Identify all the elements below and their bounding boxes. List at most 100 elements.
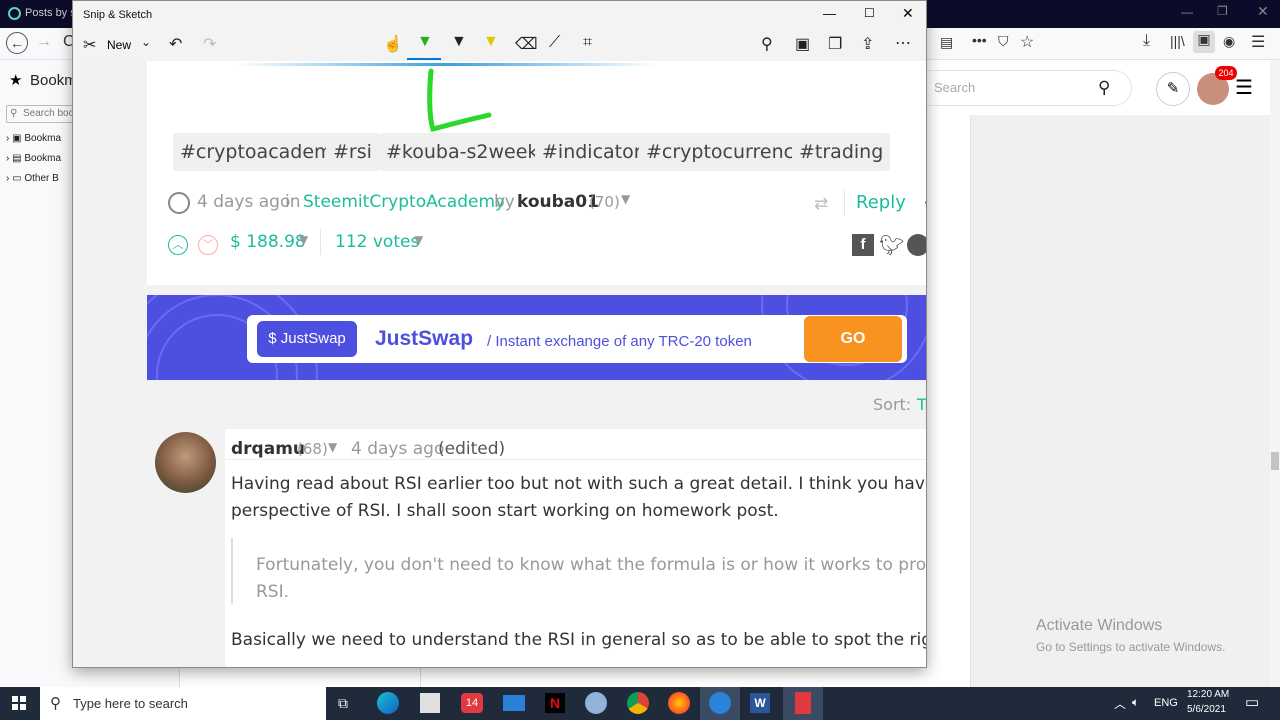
clock-time[interactable]: 12:20 AM bbox=[1187, 689, 1229, 700]
app-icon[interactable] bbox=[585, 692, 607, 714]
tag-chip[interactable]: #trading bbox=[792, 133, 891, 171]
comment-card: drqamu (68) ▼ 4 days ago (edited) Having… bbox=[225, 429, 926, 667]
bookmark-folder-1[interactable]: › ▣ Bookma bbox=[6, 133, 61, 144]
new-snip-icon[interactable]: ✂ bbox=[83, 35, 96, 55]
menu-icon[interactable]: ☰ bbox=[1251, 32, 1265, 52]
page-bottom-strip bbox=[180, 668, 926, 687]
justswap-logo: $ JustSwap bbox=[257, 321, 357, 357]
twitter-icon[interactable]: 🐦︎ bbox=[879, 233, 904, 258]
magnifier-icon[interactable]: ⚲ bbox=[1098, 71, 1110, 105]
go-button[interactable]: GO bbox=[804, 316, 902, 362]
zoom-icon[interactable]: ⚲ bbox=[761, 34, 773, 54]
chevron-down-icon[interactable]: ⌄ bbox=[141, 35, 151, 49]
volume-icon[interactable]: 🔈︎ bbox=[1132, 695, 1139, 710]
card-divider-line bbox=[237, 63, 657, 66]
author-menu-chevron-icon[interactable]: ▼ bbox=[621, 192, 630, 206]
payout-value[interactable]: $ 188.98 bbox=[230, 232, 306, 252]
crop-icon[interactable]: ⌗ bbox=[583, 34, 592, 52]
back-icon[interactable]: ← bbox=[6, 32, 28, 54]
language-indicator[interactable]: ENG bbox=[1154, 697, 1178, 709]
edge-icon[interactable] bbox=[377, 692, 399, 714]
app-badge-icon[interactable]: 14 bbox=[461, 693, 483, 713]
new-button-label[interactable]: New bbox=[107, 38, 131, 52]
bookmark-star-icon[interactable]: ☆ bbox=[1020, 32, 1034, 52]
account-icon[interactable]: ◉ bbox=[1223, 33, 1235, 50]
ruler-icon[interactable]: ⟋ bbox=[549, 34, 560, 52]
comment-text-line: Basically we need to understand the RSI … bbox=[231, 630, 926, 650]
pocket-icon[interactable]: ⛉ bbox=[998, 33, 1009, 50]
word-icon[interactable]: W bbox=[750, 693, 770, 713]
task-view-icon[interactable]: ⧉ bbox=[338, 695, 348, 712]
logo-text: JustSwap bbox=[280, 330, 346, 347]
reply-button[interactable]: Reply bbox=[856, 192, 906, 213]
tag-chip[interactable]: #kouba-s2week4 bbox=[379, 133, 558, 171]
save-icon[interactable]: ▣ bbox=[795, 34, 810, 54]
reddit-icon[interactable] bbox=[907, 234, 926, 256]
community-link[interactable]: SteemitCryptoAcademy bbox=[303, 192, 505, 212]
minimize-icon[interactable]: — bbox=[823, 6, 836, 21]
app-icon[interactable] bbox=[783, 687, 823, 720]
firefox-icon[interactable] bbox=[668, 692, 690, 714]
maximize-icon[interactable]: ☐ bbox=[864, 6, 875, 20]
highlighter-icon[interactable]: ▼ bbox=[483, 33, 499, 51]
scrollbar[interactable] bbox=[1270, 60, 1280, 687]
restore-icon[interactable]: ❐ bbox=[1217, 4, 1228, 18]
undo-icon[interactable]: ↶ bbox=[169, 34, 182, 54]
scrollbar-thumb[interactable] bbox=[1271, 452, 1279, 470]
close-icon[interactable]: ✕ bbox=[902, 5, 914, 22]
clock-date[interactable]: 5/6/2021 bbox=[1187, 704, 1226, 715]
show-hidden-icons-icon[interactable]: ︿ bbox=[1114, 695, 1126, 712]
comment-author-chevron-icon[interactable]: ▼ bbox=[328, 440, 337, 454]
eraser-icon[interactable]: ⌫ bbox=[515, 34, 538, 54]
copy-icon[interactable]: ❐ bbox=[828, 34, 842, 54]
sort-dropdown[interactable]: Tr bbox=[917, 395, 926, 414]
facebook-icon[interactable]: f bbox=[852, 234, 874, 256]
redo-icon[interactable]: ↷ bbox=[203, 34, 216, 54]
windows-start-icon[interactable] bbox=[12, 696, 26, 710]
comment-author-rep: (68) bbox=[297, 440, 328, 458]
comment-edited: (edited) bbox=[438, 439, 506, 459]
more-options-icon[interactable]: ⋯ bbox=[895, 33, 911, 53]
bookmark-folder-3[interactable]: › ▭ Other B bbox=[6, 173, 59, 184]
author-link[interactable]: kouba01 bbox=[517, 192, 599, 212]
tag-chip[interactable]: #indicator bbox=[535, 133, 649, 171]
share-icon[interactable]: ⇪ bbox=[861, 34, 874, 54]
commenter-avatar[interactable] bbox=[155, 432, 216, 493]
reader-icon[interactable]: ▤ bbox=[940, 34, 953, 51]
tag-chip[interactable]: #cryptoacademy bbox=[173, 133, 351, 171]
bookmark-folder-2[interactable]: › ▤ Bookma bbox=[6, 153, 61, 164]
ballpoint-pen-icon[interactable]: ▼ bbox=[417, 33, 433, 51]
comment-author[interactable]: drqamu bbox=[231, 439, 305, 459]
votes-chevron-icon[interactable]: ▼ bbox=[414, 233, 423, 247]
library-icon[interactable]: |||\ bbox=[1170, 33, 1185, 49]
snip-sketch-taskbar-icon[interactable] bbox=[700, 687, 740, 720]
sidebar-icon[interactable]: ▣ bbox=[1193, 31, 1215, 53]
notifications-icon[interactable]: ▭ bbox=[1245, 693, 1259, 711]
tag-chip[interactable]: #cryptocurrency bbox=[639, 133, 813, 171]
downvote-button[interactable]: ﹀ bbox=[198, 235, 218, 255]
download-icon[interactable]: ⤓ bbox=[1143, 32, 1150, 50]
close-icon[interactable]: ✕ bbox=[1257, 3, 1269, 20]
upvote-button[interactable]: ︿ bbox=[168, 235, 188, 255]
more-actions-icon[interactable]: ••• bbox=[972, 32, 987, 48]
pencil-button[interactable]: ✎ bbox=[1156, 72, 1190, 106]
hamburger-menu-icon[interactable]: ☰ bbox=[1235, 75, 1253, 100]
mail-icon[interactable] bbox=[503, 695, 525, 711]
touch-writing-icon[interactable]: ☝ bbox=[383, 34, 403, 54]
taskbar-search-box[interactable]: ⚲ Type here to search bbox=[40, 687, 326, 720]
banner-brand: JustSwap bbox=[375, 327, 474, 350]
resteem-icon[interactable]: ⇄ bbox=[814, 194, 828, 214]
justswap-banner[interactable]: $ JustSwap JustSwap / Instant exchange o… bbox=[147, 295, 926, 380]
tag-chip[interactable]: #rsi bbox=[326, 133, 379, 171]
store-icon[interactable] bbox=[420, 693, 440, 713]
payout-chevron-icon[interactable]: ▼ bbox=[299, 233, 308, 247]
page-search-input[interactable]: Search ⚲ bbox=[926, 70, 1132, 106]
divider bbox=[420, 668, 421, 687]
forward-icon[interactable]: → bbox=[36, 33, 52, 51]
minimize-icon[interactable]: — bbox=[1181, 5, 1193, 19]
chrome-icon[interactable] bbox=[627, 692, 649, 714]
bookmark-folder-label: Bookma bbox=[24, 153, 62, 164]
pencil-tool-icon[interactable]: ▼ bbox=[451, 33, 467, 51]
votes-count[interactable]: 112 votes bbox=[335, 232, 419, 252]
netflix-icon[interactable]: N bbox=[545, 693, 565, 713]
